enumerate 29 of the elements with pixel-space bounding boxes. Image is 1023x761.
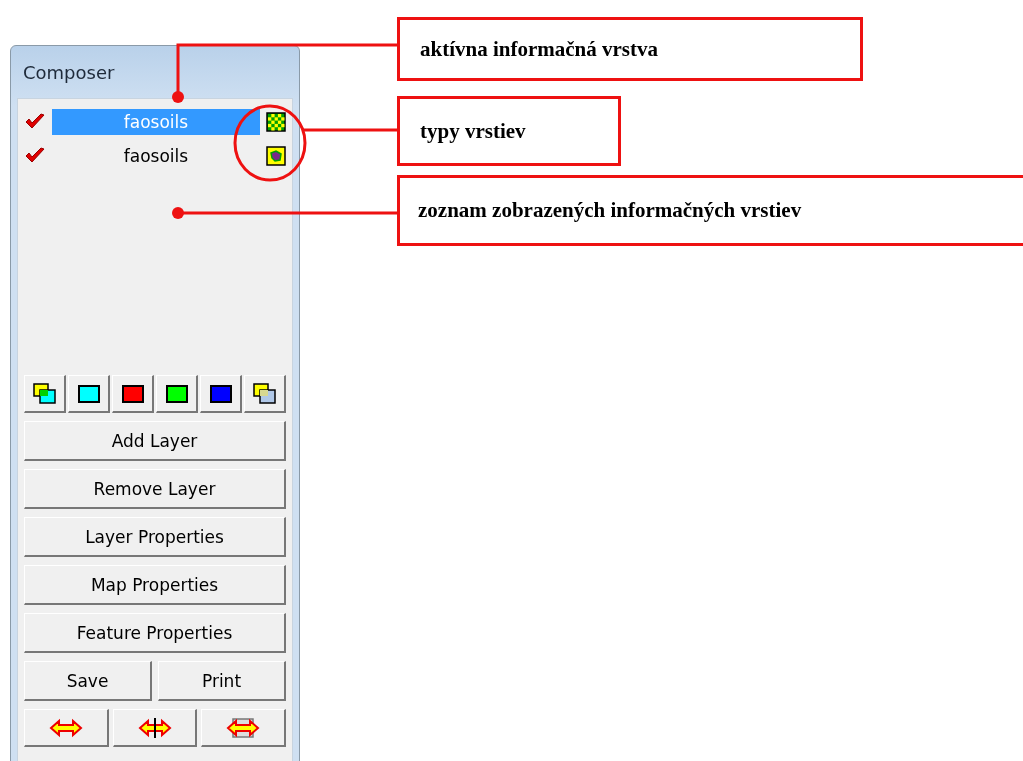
layer-name[interactable]: faosoils [52,143,260,169]
polygon-layer-icon [266,146,286,166]
annotation-label: aktívna informačná vrstva [397,17,863,81]
tool-button[interactable] [244,375,286,413]
panel-button[interactable]: Remove Layer [24,469,286,509]
panel-button[interactable]: Layer Properties [24,517,286,557]
overlapping-squares-icon [31,381,58,406]
tool-button[interactable] [200,375,242,413]
panel-button[interactable]: Add Layer [24,421,286,461]
double-arrow-frame-icon [226,717,261,738]
panel-button[interactable]: Save [24,661,152,701]
panel-button[interactable]: Map Properties [24,565,286,605]
panel-button[interactable]: Feature Properties [24,613,286,653]
double-arrow-bar-icon [137,717,172,738]
panel-title: Composer [22,60,116,85]
panel-button[interactable]: Print [158,661,286,701]
square-icon [164,383,189,404]
square-icon [120,383,145,404]
overlapping-squares-icon [251,381,278,406]
tool-button[interactable] [24,375,66,413]
double-arrow-icon [48,717,83,738]
square-icon [76,383,101,404]
annotation-label: zoznam zobrazených informačných vrstiev [397,175,1023,246]
square-icon [208,383,233,404]
annotation-label: typy vrstiev [397,96,621,166]
tool-button[interactable] [68,375,110,413]
checkered-layer-icon [266,112,286,132]
tool-button[interactable] [156,375,198,413]
tool-button[interactable] [112,375,154,413]
